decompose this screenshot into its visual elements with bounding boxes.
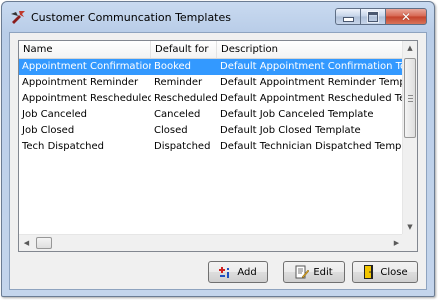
cell-name: Tech Dispatched: [22, 141, 104, 152]
minimize-icon: [342, 17, 354, 22]
cell-default-for: Rescheduled: [154, 93, 217, 104]
list-rows: Appointment Confirmation Booked Default …: [19, 59, 404, 155]
cell-default-for: Closed: [154, 125, 188, 136]
list-row[interactable]: Job Canceled Canceled Default Job Cancel…: [19, 107, 404, 123]
templates-list[interactable]: Name Default for Description Appointment…: [18, 40, 418, 252]
cell-name: Appointment Reminder: [22, 77, 139, 88]
dialog-body: Name Default for Description Appointment…: [9, 32, 427, 290]
list-row[interactable]: Job Closed Closed Default Job Closed Tem…: [19, 123, 404, 139]
cell-name: Job Closed: [22, 125, 75, 136]
scroll-left-arrow-icon[interactable]: ◀: [19, 235, 34, 251]
window-title: Customer Communcation Templates: [31, 11, 231, 24]
column-header-name[interactable]: Name: [19, 41, 151, 58]
title-bar[interactable]: Customer Communcation Templates ✕: [2, 2, 434, 32]
column-header-description[interactable]: Description: [217, 41, 404, 58]
close-button[interactable]: Close: [352, 261, 418, 283]
vertical-scroll-thumb[interactable]: [404, 58, 416, 138]
close-icon: ✕: [400, 9, 412, 24]
vertical-scrollbar[interactable]: ▲ ▼: [402, 41, 417, 235]
add-button[interactable]: Add: [208, 261, 268, 283]
maximize-button[interactable]: [360, 8, 385, 25]
horizontal-scroll-thumb[interactable]: [36, 237, 52, 249]
caption-buttons: ✕: [335, 8, 427, 25]
scroll-down-arrow-icon[interactable]: ▼: [403, 220, 417, 235]
cell-description: Default Appointment Rescheduled Temp: [220, 93, 404, 104]
edit-document-icon: [295, 265, 310, 279]
cell-description: Default Appointment Reminder Templat: [220, 77, 404, 88]
list-row[interactable]: Appointment Confirmation Booked Default …: [19, 59, 404, 75]
cell-default-for: Canceled: [154, 109, 201, 120]
templates-window: Customer Communcation Templates ✕ Name D…: [1, 1, 435, 297]
edit-button-label: Edit: [313, 266, 333, 278]
scroll-up-arrow-icon[interactable]: ▲: [403, 41, 417, 56]
maximize-icon: [367, 10, 379, 23]
list-row[interactable]: Appointment Rescheduled Rescheduled Defa…: [19, 91, 404, 107]
column-header-default-for[interactable]: Default for: [151, 41, 217, 58]
cell-name: Appointment Confirmation: [22, 61, 151, 72]
close-button-label: Close: [380, 266, 408, 278]
add-button-label: Add: [237, 266, 257, 278]
horizontal-scrollbar[interactable]: ◀ ▶: [19, 234, 404, 251]
list-header: Name Default for Description: [19, 41, 404, 59]
add-item-icon: [219, 267, 230, 278]
cell-description: Default Job Canceled Template: [220, 109, 374, 120]
cell-default-for: Booked: [154, 61, 192, 72]
edit-button[interactable]: Edit: [283, 261, 345, 283]
grip-line: [408, 95, 413, 96]
cell-description: Default Technician Dispatched Template: [220, 141, 404, 152]
cell-name: Job Canceled: [22, 109, 87, 120]
minimize-button[interactable]: [335, 8, 360, 25]
window-close-button[interactable]: ✕: [385, 8, 427, 25]
cell-description: Default Appointment Confirmation Temp: [220, 61, 404, 72]
list-row[interactable]: Appointment Reminder Reminder Default Ap…: [19, 75, 404, 91]
cell-default-for: Dispatched: [154, 141, 211, 152]
scrollbar-corner: [402, 234, 417, 251]
list-row[interactable]: Tech Dispatched Dispatched Default Techn…: [19, 139, 404, 155]
grip-line: [408, 98, 413, 99]
cell-description: Default Job Closed Template: [220, 125, 361, 136]
cell-name: Appointment Rescheduled: [22, 93, 151, 104]
grip-line: [408, 101, 413, 102]
cell-default-for: Reminder: [154, 77, 203, 88]
app-icon: [11, 11, 25, 24]
exit-door-icon: [364, 265, 374, 279]
